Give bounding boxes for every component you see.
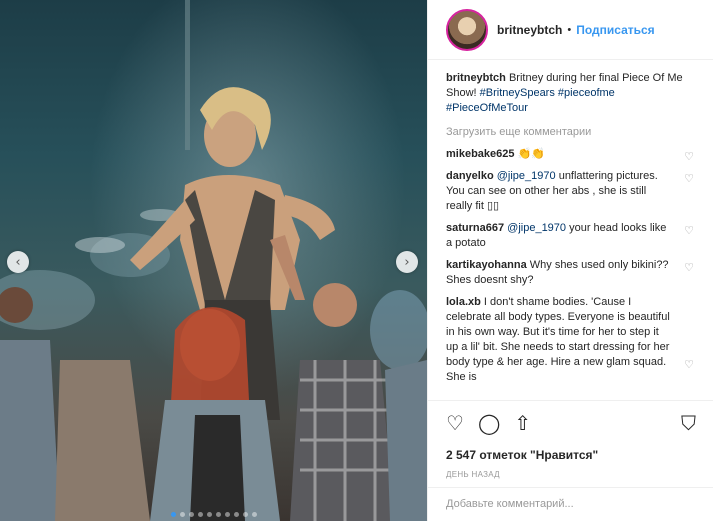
comment-username[interactable]: lola.xb	[446, 296, 481, 308]
hashtag-link[interactable]: #pieceofme	[558, 87, 615, 99]
comment-item: danyelko @jipe_1970 unflattering picture…	[446, 169, 696, 214]
carousel-next-button[interactable]: ›	[396, 251, 418, 273]
bookmark-icon[interactable]: ⛉	[681, 413, 696, 433]
post-side-panel: britneybtch • Подписаться britneybtch Br…	[427, 0, 713, 521]
carousel-dot	[197, 512, 203, 517]
comments-list[interactable]: britneybtch Britney during her final Pie…	[428, 61, 713, 400]
carousel-dot	[233, 512, 239, 517]
comment-username[interactable]: mikebake625	[446, 148, 515, 160]
comment-username[interactable]: danyelko	[446, 170, 494, 182]
carousel-indicator	[0, 512, 427, 517]
share-icon[interactable]: ⇧	[514, 413, 531, 433]
header-username[interactable]: britneybtch	[497, 23, 562, 37]
load-more-comments-link[interactable]: Загрузить еще комментарии	[446, 126, 696, 138]
caption-username[interactable]: britneybtch	[446, 72, 506, 84]
carousel-dot	[215, 512, 221, 517]
post-timestamp[interactable]: ДЕНЬ НАЗАД	[446, 470, 696, 479]
heart-icon[interactable]: ♡	[446, 413, 464, 433]
action-icons: ♡ ◯ ⇧ ⛉	[446, 411, 696, 435]
comment-icon[interactable]: ◯	[478, 413, 500, 433]
post-header: britneybtch • Подписаться	[428, 0, 713, 60]
comment-like-heart-icon[interactable]: ♡	[684, 260, 694, 275]
comment-item: kartikayohanna Why shes used only bikini…	[446, 258, 696, 288]
hashtag-link[interactable]: #PieceOfMeTour	[446, 102, 528, 114]
carousel-dot	[206, 512, 212, 517]
follow-button[interactable]: Подписаться	[576, 23, 654, 37]
carousel-dot	[188, 512, 194, 517]
avatar[interactable]	[446, 8, 488, 51]
concert-photo	[0, 0, 427, 521]
comment-like-heart-icon[interactable]: ♡	[684, 149, 694, 164]
comment-like-heart-icon[interactable]: ♡	[684, 357, 694, 372]
mention-link[interactable]: @jipe_1970	[507, 222, 566, 234]
post-photo[interactable]: ‹ ›	[0, 0, 427, 521]
comment-like-heart-icon[interactable]: ♡	[684, 223, 694, 238]
comment-item: saturna667 @jipe_1970 your head looks li…	[446, 221, 696, 251]
carousel-dot	[242, 512, 248, 517]
chevron-left-icon: ‹	[15, 254, 21, 270]
hashtag-link[interactable]: #BritneySpears	[480, 87, 555, 99]
add-comment-input[interactable]: Добавьте комментарий...	[428, 487, 713, 521]
mention-link[interactable]: @jipe_1970	[497, 170, 556, 182]
carousel-dot	[179, 512, 185, 517]
carousel-dot	[224, 512, 230, 517]
comment-item: mikebake625 👏👏 ♡	[446, 147, 696, 164]
carousel-dot	[251, 512, 257, 517]
post-caption: britneybtch Britney during her final Pie…	[446, 71, 696, 116]
comment-like-heart-icon[interactable]: ♡	[684, 171, 694, 186]
comment-text: 👏👏	[514, 148, 545, 160]
comment-text: I don't shame bodies. 'Cause I celebrate…	[446, 296, 670, 383]
comment-username[interactable]: kartikayohanna	[446, 259, 527, 271]
post-actions: ♡ ◯ ⇧ ⛉ 2 547 отметок "Нравится" ДЕНЬ НА…	[428, 400, 713, 479]
likes-count[interactable]: 2 547 отметок "Нравится"	[446, 448, 696, 462]
comment-username[interactable]: saturna667	[446, 222, 504, 234]
carousel-prev-button[interactable]: ‹	[7, 251, 29, 273]
comment-item: lola.xb I don't shame bodies. 'Cause I c…	[446, 295, 696, 385]
chevron-right-icon: ›	[404, 254, 410, 270]
header-separator: •	[567, 23, 572, 36]
carousel-dot	[170, 512, 176, 517]
